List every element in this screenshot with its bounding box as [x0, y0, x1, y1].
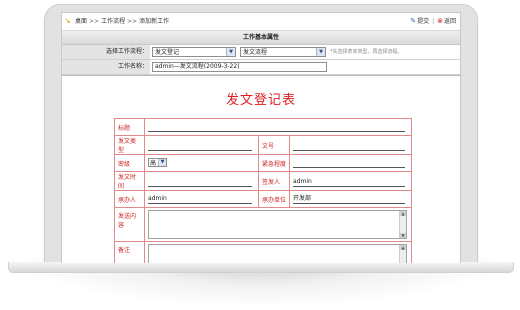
form-row-secret: 密级 高 ▼ 紧急程度	[114, 154, 413, 172]
chevron-down-icon[interactable]: ▼	[316, 48, 325, 56]
doc-type-cell	[144, 135, 259, 155]
flow-select-row: 选择工作流程： 发文登记 ▼ 发文流程 ▼ *先选择表单类型，再选择流程。	[62, 45, 460, 60]
urgency-cell	[288, 154, 413, 172]
unit-field[interactable]: 开发部	[293, 195, 406, 204]
doc-no-field[interactable]	[293, 150, 406, 151]
doc-type-field[interactable]	[148, 150, 252, 151]
form-row-handler: 承办人 admin 承办单位 开发部	[114, 190, 413, 208]
breadcrumb-arrow-icon: ↘	[64, 16, 71, 25]
content-label: 发送内容	[114, 207, 145, 242]
back-label: 返回	[443, 18, 456, 25]
handler-cell: admin	[144, 190, 259, 208]
send-time-field[interactable]	[148, 186, 252, 187]
secret-select[interactable]: 高 ▼	[148, 158, 167, 167]
remark-label: 备注	[114, 241, 145, 263]
scroll-up-icon[interactable]: ▲	[400, 211, 407, 216]
work-name-label: 工作名称：	[62, 60, 150, 74]
form-title: 发文登记表	[225, 93, 296, 108]
title-label: 标题	[114, 118, 145, 136]
form-row-title: 标题	[114, 118, 413, 136]
work-name-row: 工作名称： admin—发文流程(2009-3-22)	[62, 60, 460, 75]
title-cell	[143, 118, 413, 136]
handler-label: 承办人	[114, 190, 145, 208]
submit-button[interactable]: ✎提交	[410, 13, 429, 30]
chevron-down-icon[interactable]: ▼	[226, 48, 235, 56]
back-button[interactable]: ⊗返回	[437, 13, 456, 30]
breadcrumb-separator: >>	[89, 18, 100, 25]
process-value: 发文流程	[243, 49, 268, 56]
breadcrumb-bar: ↘ 桌面 >> 工作流程 >> 添加新工作 ✎提交 | ⊗返回	[62, 13, 460, 31]
handler-field[interactable]: admin	[148, 195, 252, 204]
secret-value: 高	[150, 160, 157, 167]
doc-type-label: 发文类型	[114, 135, 145, 155]
content-textarea[interactable]: ▲ ▼	[148, 210, 408, 239]
flow-hint: *先选择表单类型，再选择流程。	[330, 49, 403, 55]
flow-label: 选择工作流程：	[62, 45, 150, 59]
action-divider: |	[432, 18, 435, 25]
flow-select-group: 发文登记 ▼ 发文流程 ▼ *先选择表单类型，再选择流程。	[152, 45, 460, 59]
remark-cell: ▲ ▼	[143, 241, 413, 263]
form-row-type: 发文类型 文号	[114, 135, 413, 155]
work-name-input[interactable]: admin—发文流程(2009-3-22)	[152, 62, 327, 72]
remark-scrollbar[interactable]: ▲ ▼	[399, 245, 407, 263]
signer-field[interactable]: admin	[293, 178, 406, 187]
urgency-field[interactable]	[293, 167, 406, 168]
submit-label: 提交	[417, 18, 430, 25]
form-row-time: 发文时间 签发人 admin	[114, 171, 413, 191]
signer-cell: admin	[288, 171, 413, 191]
signer-label: 签发人	[258, 171, 290, 191]
secret-label: 密级	[114, 154, 145, 172]
unit-label: 承办单位	[258, 190, 290, 208]
breadcrumb-item-desktop[interactable]: 桌面	[75, 18, 87, 25]
breadcrumb-item-workflow[interactable]: 工作流程	[101, 18, 125, 25]
chevron-down-icon[interactable]: ▼	[158, 159, 166, 166]
remark-textarea[interactable]: ▲ ▼	[148, 244, 408, 263]
secret-cell: 高 ▼	[144, 154, 259, 172]
back-icon: ⊗	[437, 17, 443, 25]
document-form: 发文登记表 标题 发文类型 文号 密级 高 ▼ 紧急程度 发文时间 签发人 ad…	[62, 75, 460, 263]
work-name-group: admin—发文流程(2009-3-22)	[152, 60, 460, 74]
breadcrumb-item-new-work: 添加新工作	[139, 18, 170, 25]
form-row-content: 发送内容 ▲ ▼	[114, 207, 413, 242]
app-window: ↘ 桌面 >> 工作流程 >> 添加新工作 ✎提交 | ⊗返回 工作基本属性 选择工作流程：…	[61, 12, 461, 263]
form-row-remark: 备注 ▲ ▼	[114, 241, 413, 263]
unit-cell: 开发部	[288, 190, 413, 208]
laptop-base	[8, 262, 514, 273]
send-time-cell	[144, 171, 259, 191]
form-type-select[interactable]: 发文登记 ▼	[152, 47, 236, 57]
urgency-label: 紧急程度	[258, 154, 290, 172]
send-time-label: 发文时间	[114, 171, 145, 191]
doc-no-cell	[288, 135, 413, 155]
breadcrumb: 桌面 >> 工作流程 >> 添加新工作	[75, 13, 169, 30]
breadcrumb-separator: >>	[127, 18, 138, 25]
doc-no-label: 文号	[258, 135, 290, 155]
content-cell: ▲ ▼	[143, 207, 413, 242]
form-type-value: 发文登记	[155, 49, 180, 56]
scroll-up-icon[interactable]: ▲	[400, 245, 407, 250]
action-toolbar: ✎提交 | ⊗返回	[410, 13, 456, 30]
submit-icon: ✎	[410, 17, 417, 25]
section-title: 工作基本属性	[62, 31, 460, 45]
title-field[interactable]	[148, 131, 406, 132]
process-select[interactable]: 发文流程 ▼	[240, 47, 326, 57]
content-scrollbar[interactable]: ▲ ▼	[399, 211, 407, 238]
form-table: 标题 发文类型 文号 密级 高 ▼ 紧急程度 发文时间 签发人 admin 承办…	[114, 118, 413, 263]
scroll-down-icon[interactable]: ▼	[400, 233, 407, 238]
